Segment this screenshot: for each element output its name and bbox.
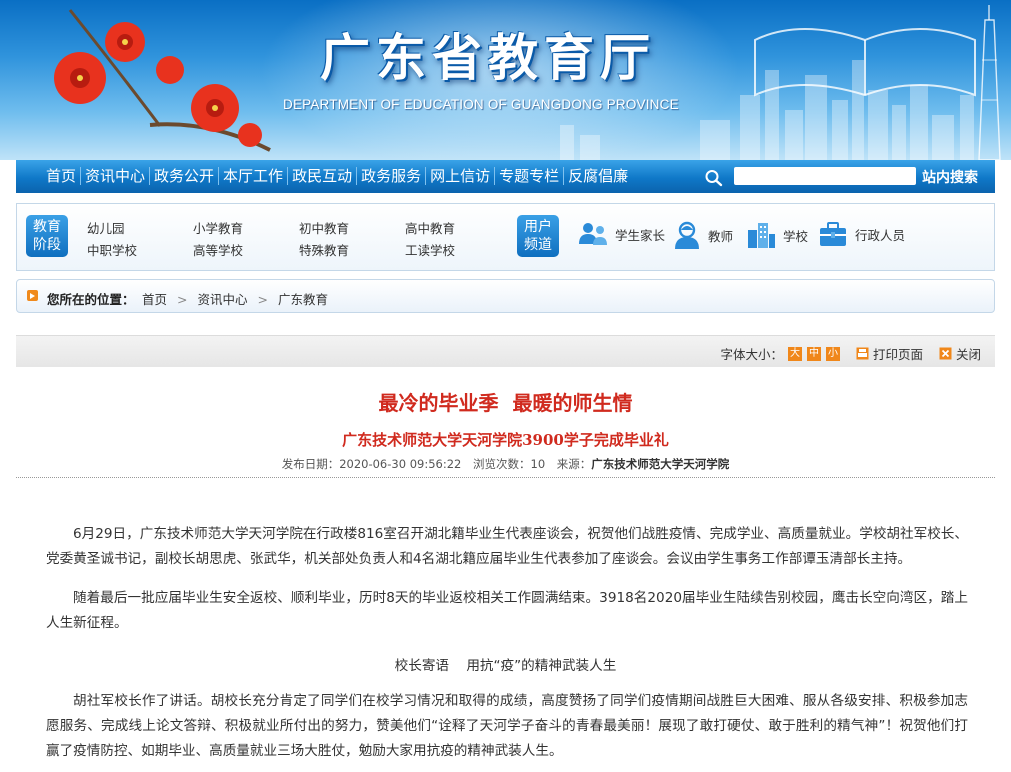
meta-divider <box>16 477 995 478</box>
print-page-button[interactable]: 打印页面 <box>873 344 923 363</box>
font-size-large-button[interactable]: 大 <box>787 346 802 361</box>
user-link-parents-label: 学生家长 <box>615 227 666 243</box>
search-button[interactable]: 站内搜索 <box>916 166 986 187</box>
user-link-admin-label: 行政人员 <box>855 227 906 243</box>
article-meta: 发布日期：2020-06-30 09:56:22 浏览次数：10 来源：广东技术… <box>0 456 1011 472</box>
main-nav: 首页 资讯中心 政务公开 本厅工作 政民互动 政务服务 网上信访 专题专栏 反腐… <box>16 160 995 193</box>
user-link-teacher-label: 教师 <box>708 228 734 244</box>
font-size-label: 字体大小： <box>720 347 783 362</box>
article-paragraph-1: 6月29日，广东技术师范大学天河学院在行政楼816室召开湖北籍毕业生代表座谈会，… <box>46 526 968 567</box>
breadcrumb-home[interactable]: 首页 <box>142 292 167 307</box>
article-title: 最冷的毕业季 最暖的师生情 <box>378 391 633 415</box>
site-subtitle: DEPARTMENT OF EDUCATION OF GUANGDONG PRO… <box>283 97 679 112</box>
user-link-parents[interactable]: 学生家长 <box>577 220 665 248</box>
nav-item-anticorruption[interactable]: 反腐倡廉 <box>564 167 632 185</box>
chevron-right-icon: > <box>257 292 268 307</box>
search-input[interactable] <box>734 167 916 185</box>
date-label: 发布日期： <box>281 457 340 471</box>
user-link-school-label: 学校 <box>783 228 809 244</box>
nav-item-petition[interactable]: 网上信访 <box>426 167 496 185</box>
breadcrumb-news[interactable]: 资讯中心 <box>198 292 248 307</box>
site-banner: 广东省教育厅 DEPARTMENT OF EDUCATION OF GUANGD… <box>0 0 1011 160</box>
link-higher-ed[interactable]: 高等学校 <box>193 240 243 259</box>
parents-icon <box>579 223 607 245</box>
article-subtitle: 广东技术师范大学天河学院3900学子完成毕业礼 <box>342 431 669 449</box>
nav-item-home[interactable]: 首页 <box>42 167 82 185</box>
views-label: 浏览次数： <box>473 457 531 471</box>
chevron-right-icon: > <box>177 292 188 307</box>
search-icon <box>705 170 723 187</box>
school-icon <box>748 223 775 248</box>
article-tools: 字体大小： 大 中 小 打印页面 关闭 <box>16 335 995 367</box>
site-title: 广东省教育厅 <box>320 28 656 87</box>
nav-item-interaction[interactable]: 政民互动 <box>288 167 358 185</box>
link-reform-school[interactable]: 工读学校 <box>405 240 455 259</box>
education-stage-tag: 教育 阶段 <box>26 215 68 257</box>
view-count: 10 <box>530 457 546 471</box>
category-panel: 教育 阶段 幼儿园 小学教育 初中教育 高中教育 中职学校 高等学校 特殊教育 … <box>16 203 995 271</box>
publish-date: 2020-06-30 09:56:22 <box>339 457 462 471</box>
user-link-school[interactable]: 学校 <box>745 220 808 250</box>
breadcrumb-current[interactable]: 广东教育 <box>278 292 328 307</box>
briefcase-icon <box>820 222 846 246</box>
article-paragraph-3: 胡社军校长作了讲话。胡校长充分肯定了同学们在校学习情况和取得的成绩，高度赞扬了同… <box>46 693 968 759</box>
user-channel-tag-line2: 频道 <box>524 237 552 253</box>
link-special-ed[interactable]: 特殊教育 <box>299 240 349 259</box>
user-channel-tag: 用户 频道 <box>517 215 559 257</box>
nav-item-topics[interactable]: 专题专栏 <box>495 167 565 185</box>
print-icon <box>856 347 869 360</box>
link-kindergarten[interactable]: 幼儿园 <box>87 218 125 237</box>
user-channel-tag-line1: 用户 <box>524 219 552 235</box>
article-source: 广东技术师范大学天河学院 <box>591 457 730 471</box>
font-size-small-button[interactable]: 小 <box>825 346 840 361</box>
nav-item-public-affairs[interactable]: 政务公开 <box>150 167 220 185</box>
close-page-button[interactable]: 关闭 <box>956 344 981 363</box>
breadcrumb-label: 您所在的位置： <box>47 292 135 307</box>
font-size-medium-button[interactable]: 中 <box>806 346 821 361</box>
education-stage-tag-line1: 教育 <box>33 219 61 235</box>
nav-item-services[interactable]: 政务服务 <box>357 167 427 185</box>
education-stage-tag-line2: 阶段 <box>33 237 61 253</box>
user-link-admin[interactable]: 行政人员 <box>817 220 905 248</box>
nav-item-news[interactable]: 资讯中心 <box>81 167 151 185</box>
article-paragraph-2: 随着最后一批应届毕业生安全返校、顺利毕业，历时8天的毕业返校相关工作圆满结束。3… <box>46 590 968 631</box>
article-section-heading: 校长寄语 用抗“疫”的精神武装人生 <box>394 658 617 674</box>
close-icon <box>939 347 952 360</box>
breadcrumb: 您所在的位置： 首页 > 资讯中心 > 广东教育 <box>16 279 995 313</box>
link-senior-high[interactable]: 高中教育 <box>405 218 455 237</box>
teacher-icon <box>675 221 699 249</box>
user-link-teacher[interactable]: 教师 <box>672 220 733 250</box>
location-pin-icon <box>27 290 38 301</box>
link-vocational[interactable]: 中职学校 <box>87 240 137 259</box>
link-junior-high[interactable]: 初中教育 <box>299 218 349 237</box>
nav-item-dept-work[interactable]: 本厅工作 <box>219 167 289 185</box>
source-label: 来源： <box>556 457 592 471</box>
link-primary[interactable]: 小学教育 <box>193 218 243 237</box>
